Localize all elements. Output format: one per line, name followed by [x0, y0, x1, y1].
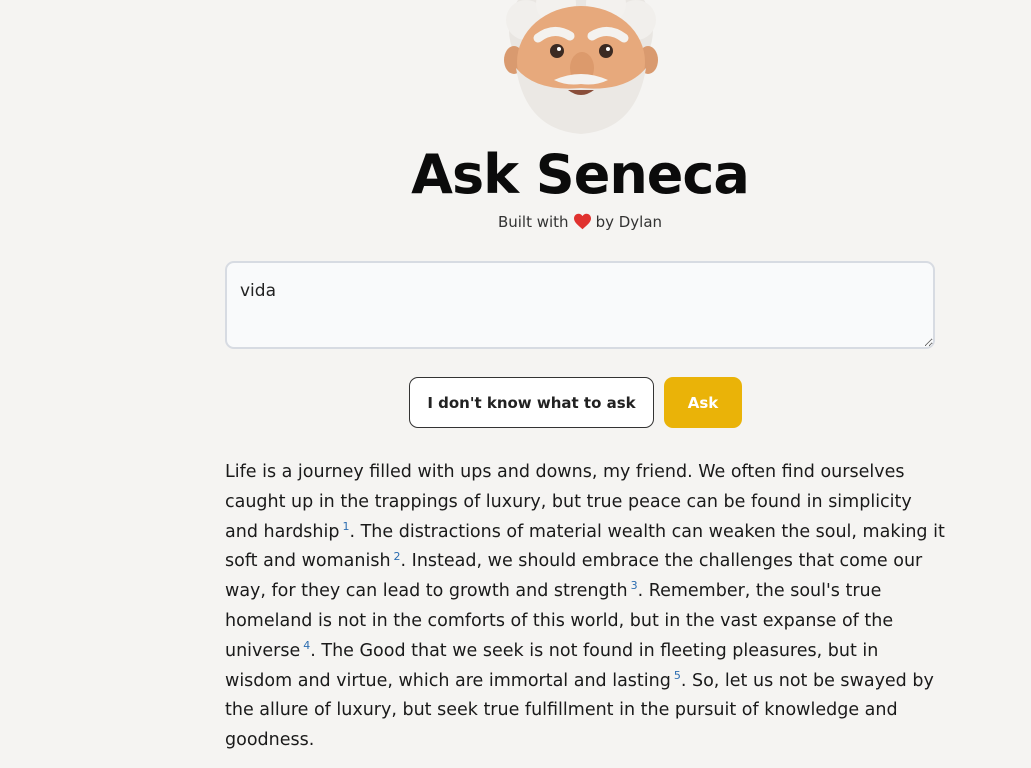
- random-question-button[interactable]: I don't know what to ask: [409, 377, 654, 428]
- page-title: Ask Seneca: [411, 143, 750, 206]
- citation-link[interactable]: 3: [631, 579, 638, 592]
- heart-icon: [573, 213, 592, 234]
- citation-link[interactable]: 2: [394, 550, 401, 563]
- citation-link[interactable]: 5: [674, 669, 681, 682]
- question-input[interactable]: vida: [225, 261, 935, 349]
- seneca-avatar-icon: [504, 0, 658, 134]
- answer-text: Life is a journey filled with ups and do…: [225, 458, 945, 756]
- page: Ask Seneca Built with by Dylan vida I don…: [0, 0, 1031, 768]
- ask-button[interactable]: Ask: [664, 377, 742, 428]
- credit-suffix: by Dylan: [595, 213, 663, 231]
- credit-prefix: Built with: [497, 213, 569, 231]
- credit-line: Built with by Dylan: [0, 213, 1031, 234]
